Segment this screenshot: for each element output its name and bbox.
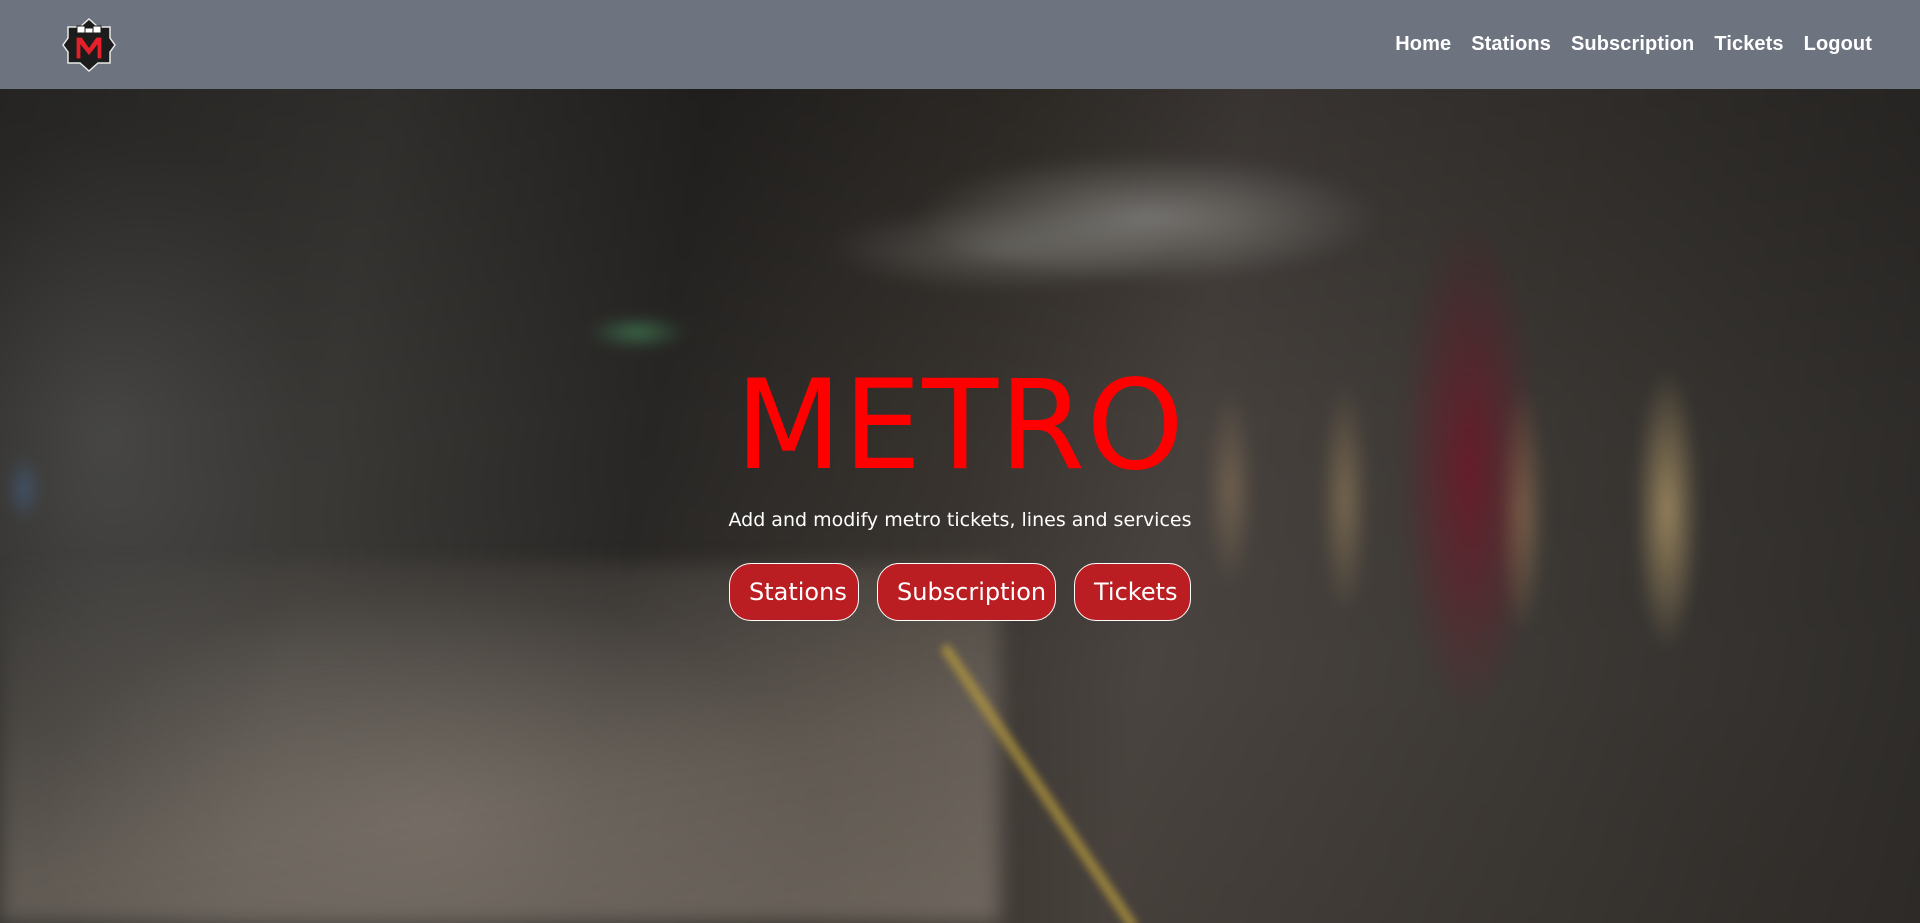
subscription-button[interactable]: Subscription bbox=[877, 563, 1056, 621]
hero-content: METRO Add and modify metro tickets, line… bbox=[0, 89, 1920, 923]
tickets-button[interactable]: Tickets bbox=[1074, 563, 1191, 621]
nav-home-link[interactable]: Home bbox=[1395, 33, 1451, 56]
main-nav: Home Stations Subscription Tickets Logou… bbox=[1395, 0, 1872, 89]
hero-title: METRO bbox=[735, 354, 1185, 498]
top-navbar: Home Stations Subscription Tickets Logou… bbox=[0, 0, 1920, 89]
nav-tickets-link[interactable]: Tickets bbox=[1714, 33, 1783, 56]
hero-subtitle: Add and modify metro tickets, lines and … bbox=[728, 509, 1192, 531]
nav-subscription-link[interactable]: Subscription bbox=[1571, 33, 1694, 56]
hero-button-group: Stations Subscription Tickets bbox=[0, 563, 1920, 621]
stations-button[interactable]: Stations bbox=[729, 563, 859, 621]
metro-m-logo-icon[interactable] bbox=[62, 17, 116, 73]
nav-logout-link[interactable]: Logout bbox=[1804, 33, 1872, 56]
nav-stations-link[interactable]: Stations bbox=[1471, 33, 1551, 56]
hero-section: METRO Add and modify metro tickets, line… bbox=[0, 89, 1920, 923]
